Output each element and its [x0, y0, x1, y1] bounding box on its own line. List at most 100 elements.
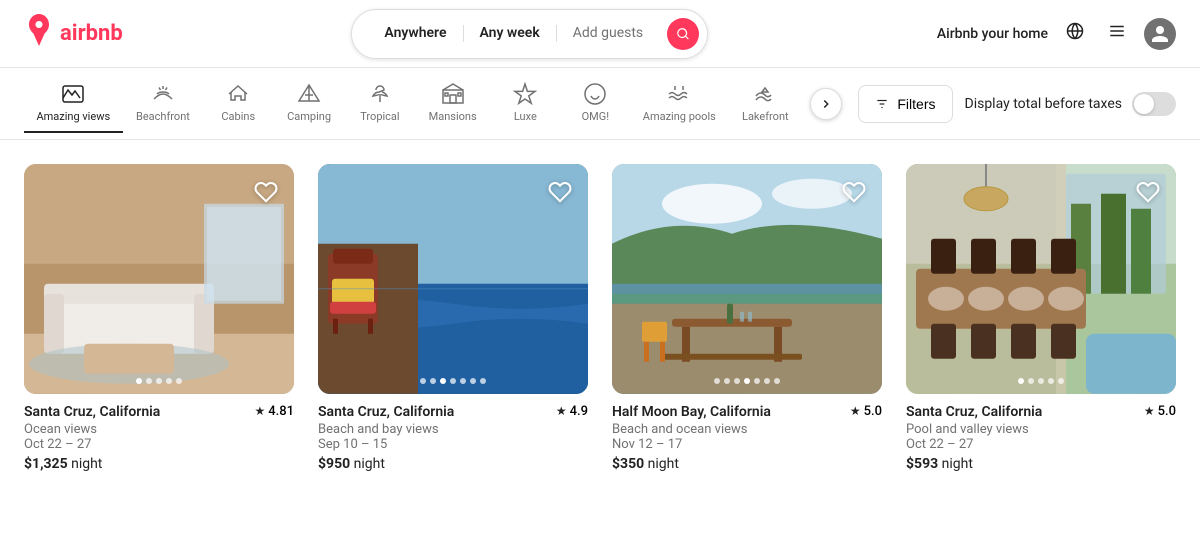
star-icon-3: ★: [850, 404, 861, 418]
star-icon-4: ★: [1144, 404, 1155, 418]
dot: [460, 378, 466, 384]
category-label: Luxe: [514, 110, 537, 123]
category-label: Lakefront: [742, 110, 789, 123]
category-scroll-right[interactable]: [810, 88, 842, 120]
dot: [420, 378, 426, 384]
dot: [1038, 378, 1044, 384]
card-header-2: Santa Cruz, California ★ 4.9: [318, 404, 588, 420]
card-rating-4: ★ 5.0: [1144, 404, 1176, 419]
dot: [136, 378, 142, 384]
card-views-1: Ocean views: [24, 422, 294, 437]
guests-search[interactable]: Add guests: [557, 25, 659, 42]
card-location-3: Half Moon Bay, California: [612, 404, 771, 420]
image-dots-1: [136, 378, 182, 384]
category-tropical[interactable]: Tropical: [345, 74, 415, 133]
category-amazing-pools[interactable]: Amazing pools: [630, 74, 728, 133]
filters-button[interactable]: Filters: [858, 85, 952, 123]
card-views-2: Beach and bay views: [318, 422, 588, 437]
listing-card-4[interactable]: Santa Cruz, California ★ 5.0 Pool and va…: [906, 164, 1176, 472]
category-label: Mansions: [429, 110, 477, 123]
airbnb-logo-text: airbnb: [60, 21, 123, 46]
rating-value-1: 4.81: [268, 404, 294, 419]
listing-card-3[interactable]: Half Moon Bay, California ★ 5.0 Beach an…: [612, 164, 882, 472]
dot: [774, 378, 780, 384]
card-views-4: Pool and valley views: [906, 422, 1176, 437]
card-dates-1: Oct 22 – 27: [24, 437, 294, 452]
category-nav: Amazing views Beachfront Cabins Camping …: [0, 68, 1200, 140]
card-image-3: [612, 164, 882, 394]
dot: [744, 378, 750, 384]
dot: [714, 378, 720, 384]
dot: [724, 378, 730, 384]
dot: [470, 378, 476, 384]
filters-label: Filters: [897, 96, 935, 112]
rating-value-4: 5.0: [1158, 404, 1176, 419]
category-amazing-views[interactable]: Amazing views: [24, 74, 123, 133]
category-list: Amazing views Beachfront Cabins Camping …: [24, 74, 802, 133]
location-search[interactable]: Anywhere: [368, 25, 463, 42]
category-label: Cabins: [221, 110, 255, 123]
category-cabins[interactable]: Cabins: [203, 74, 273, 133]
card-header-3: Half Moon Bay, California ★ 5.0: [612, 404, 882, 420]
card-price-2: $950 night: [318, 456, 588, 472]
card-info-1: Santa Cruz, California ★ 4.81 Ocean view…: [24, 394, 294, 472]
card-info-2: Santa Cruz, California ★ 4.9 Beach and b…: [318, 394, 588, 472]
display-total-toggle[interactable]: [1132, 92, 1176, 116]
category-camping[interactable]: Camping: [273, 74, 345, 133]
wishlist-button-1[interactable]: [250, 176, 282, 208]
logo[interactable]: airbnb: [24, 14, 123, 53]
category-lakefront[interactable]: Lakefront: [728, 74, 802, 133]
category-mansions[interactable]: Mansions: [415, 74, 490, 133]
card-rating-1: ★ 4.81: [254, 404, 294, 419]
image-dots-2: [420, 378, 486, 384]
card-rating-3: ★ 5.0: [850, 404, 882, 419]
dot: [440, 378, 446, 384]
dot: [156, 378, 162, 384]
card-location-2: Santa Cruz, California: [318, 404, 454, 420]
dot: [764, 378, 770, 384]
card-price-4: $593 night: [906, 456, 1176, 472]
category-omg[interactable]: OMG!: [560, 74, 630, 133]
card-dates-3: Nov 12 – 17: [612, 437, 882, 452]
card-header-1: Santa Cruz, California ★ 4.81: [24, 404, 294, 420]
star-icon-1: ★: [254, 404, 265, 418]
toggle-knob: [1134, 94, 1154, 114]
host-link[interactable]: Airbnb your home: [937, 26, 1048, 42]
week-search[interactable]: Any week: [464, 25, 557, 42]
wishlist-button-3[interactable]: [838, 176, 870, 208]
dot: [1048, 378, 1054, 384]
header-right: Airbnb your home: [937, 16, 1176, 51]
card-image-4: [906, 164, 1176, 394]
search-bar: Anywhere Any week Add guests: [351, 9, 708, 59]
card-price-1: $1,325 night: [24, 456, 294, 472]
category-label: Amazing pools: [643, 110, 716, 123]
card-info-4: Santa Cruz, California ★ 5.0 Pool and va…: [906, 394, 1176, 472]
card-header-4: Santa Cruz, California ★ 5.0: [906, 404, 1176, 420]
menu-button[interactable]: [1102, 16, 1132, 51]
listing-card-1[interactable]: Santa Cruz, California ★ 4.81 Ocean view…: [24, 164, 294, 472]
dot: [166, 378, 172, 384]
card-price-3: $350 night: [612, 456, 882, 472]
filter-section: Filters Display total before taxes: [858, 85, 1176, 123]
card-views-3: Beach and ocean views: [612, 422, 882, 437]
dot: [1018, 378, 1024, 384]
card-location-1: Santa Cruz, California: [24, 404, 160, 420]
category-label: Camping: [287, 110, 331, 123]
user-avatar[interactable]: [1144, 18, 1176, 50]
language-button[interactable]: [1060, 16, 1090, 51]
card-rating-2: ★ 4.9: [556, 404, 588, 419]
listing-card-2[interactable]: Santa Cruz, California ★ 4.9 Beach and b…: [318, 164, 588, 472]
search-button[interactable]: [667, 18, 699, 50]
dot: [480, 378, 486, 384]
header: airbnb Anywhere Any week Add guests Airb…: [0, 0, 1200, 68]
category-luxe[interactable]: Luxe: [490, 74, 560, 133]
wishlist-button-4[interactable]: [1132, 176, 1164, 208]
airbnb-logo-icon: [24, 14, 54, 53]
card-info-3: Half Moon Bay, California ★ 5.0 Beach an…: [612, 394, 882, 472]
category-beachfront[interactable]: Beachfront: [123, 74, 204, 133]
category-label: Tropical: [360, 110, 399, 123]
wishlist-button-2[interactable]: [544, 176, 576, 208]
dot: [1058, 378, 1064, 384]
dot: [430, 378, 436, 384]
card-image-2: [318, 164, 588, 394]
